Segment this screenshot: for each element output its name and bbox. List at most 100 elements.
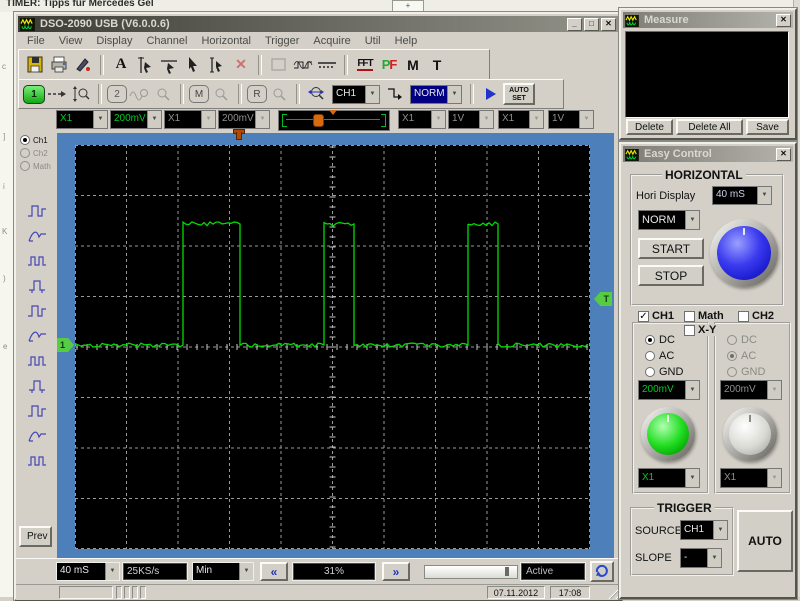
vertical-cursor-icon[interactable] [133, 54, 157, 76]
channel2-button[interactable]: 2 [107, 85, 127, 103]
delete-all-button[interactable]: Delete All [676, 119, 743, 135]
dropdown-arrow-icon[interactable]: ▼ [685, 381, 699, 399]
dropdown-arrow-icon[interactable]: ▼ [365, 85, 379, 103]
rise-time-icon[interactable] [24, 199, 50, 221]
menu-trigger[interactable]: Trigger [265, 35, 299, 47]
ch2-coupling-ac[interactable]: AC [727, 350, 756, 362]
maximize-button[interactable]: □ [584, 17, 599, 31]
menu-help[interactable]: Help [395, 35, 418, 47]
radio-icon[interactable] [727, 351, 737, 361]
ch2-volts-knob[interactable] [723, 407, 777, 461]
radio-icon[interactable] [727, 367, 737, 377]
ch2-coupling-gnd[interactable]: GND [727, 366, 765, 378]
trigger-source-combo-ec[interactable]: CH1 ▼ [680, 520, 728, 540]
sidebar-radio-ch2[interactable]: Ch2 [20, 148, 48, 158]
radio-icon[interactable] [645, 351, 655, 361]
duty-cycle-icon[interactable] [24, 274, 50, 296]
dropdown-arrow-icon[interactable]: ▼ [685, 469, 699, 487]
scroll-right-button[interactable]: » [382, 562, 410, 581]
trigger-slope-combo[interactable]: - ▼ [680, 548, 722, 568]
ch2-probe-combo-ec[interactable]: X1 ▼ [720, 468, 782, 488]
ibeam-cursor-icon[interactable] [205, 54, 229, 76]
hori-mode-combo[interactable]: NORM ▼ [638, 210, 700, 230]
pulse-train-icon[interactable] [24, 349, 50, 371]
ch1-volts-knob[interactable] [641, 407, 695, 461]
ch1-volts-combo-ec[interactable]: 200mV ▼ [638, 380, 700, 400]
menu-util[interactable]: Util [365, 35, 381, 47]
dropdown-arrow-icon[interactable]: ▼ [447, 85, 461, 103]
interval-icon[interactable] [24, 324, 50, 346]
dropdown-arrow-icon[interactable]: ▼ [713, 521, 727, 539]
trigger-position-marker[interactable] [232, 129, 245, 141]
chB-probe-combo[interactable]: X1 ▼ [498, 110, 544, 129]
radio-icon[interactable] [20, 161, 30, 171]
trigger-source-combo[interactable]: CH1 ▼ [332, 84, 380, 104]
start-button[interactable]: START [638, 238, 704, 259]
waveform-icon[interactable] [291, 54, 315, 76]
dropdown-arrow-icon[interactable]: ▼ [767, 469, 781, 487]
radio-icon[interactable] [645, 367, 655, 377]
menu-view[interactable]: View [59, 35, 83, 47]
fft-icon[interactable]: FFT [353, 54, 377, 76]
ch2-enable[interactable]: CH2 [738, 310, 774, 322]
dropdown-arrow-icon[interactable]: ▼ [757, 187, 771, 204]
text-tool-icon[interactable]: A [109, 54, 133, 76]
minimize-button[interactable]: _ [567, 17, 582, 31]
dropdown-arrow-icon[interactable]: ▼ [239, 563, 253, 580]
zoom-window-icon[interactable] [267, 54, 291, 76]
delay-icon[interactable] [24, 299, 50, 321]
trigger-level-marker[interactable]: T [594, 292, 612, 306]
acquisition-combo[interactable]: Min ▼ [192, 562, 254, 581]
checkbox-icon[interactable] [638, 310, 649, 322]
dropdown-arrow-icon[interactable]: ▼ [431, 111, 445, 128]
pulse-width-icon[interactable] [24, 249, 50, 271]
position-slider[interactable] [424, 565, 518, 579]
menu-channel[interactable]: Channel [146, 35, 187, 47]
close-button[interactable]: ✕ [601, 17, 616, 31]
ch2-volts-combo-ec[interactable]: 200mV ▼ [720, 380, 782, 400]
close-button[interactable]: ✕ [776, 13, 791, 27]
slider-handle[interactable] [505, 567, 509, 576]
measure-titlebar[interactable]: Measure ✕ [623, 12, 793, 28]
print-icon[interactable] [47, 54, 71, 76]
main-titlebar[interactable]: DSO-2090 USB (V6.0.0.6) _ □ ✕ [18, 16, 618, 32]
trigger-tool-icon[interactable]: T [425, 54, 449, 76]
run-icon[interactable] [479, 83, 503, 105]
menu-display[interactable]: Display [96, 35, 132, 47]
vertical-zoom-icon[interactable] [69, 83, 93, 105]
checkbox-icon[interactable] [738, 310, 749, 322]
radio-icon[interactable] [20, 148, 30, 158]
dropdown-arrow-icon[interactable]: ▼ [147, 111, 161, 128]
brush-icon[interactable] [71, 54, 95, 76]
radio-icon[interactable] [20, 135, 30, 145]
zoom2-icon[interactable] [151, 83, 175, 105]
radio-icon[interactable] [645, 335, 655, 345]
horizontal-cursor-icon[interactable] [157, 54, 181, 76]
ch1-level-marker[interactable]: 1 [57, 338, 74, 352]
horizontal-knob[interactable] [710, 219, 778, 287]
timebase-combo[interactable]: 40 mS ▼ [56, 562, 120, 581]
prev-button[interactable]: Prev [19, 526, 52, 547]
burst-icon[interactable] [24, 424, 50, 446]
dropdown-arrow-icon[interactable]: ▼ [767, 381, 781, 399]
gap-icon[interactable] [24, 449, 50, 471]
dropdown-arrow-icon[interactable]: ▼ [479, 111, 493, 128]
delete-button[interactable]: Delete [626, 119, 673, 135]
save-button[interactable]: Save [746, 119, 789, 135]
trigger-position-slider[interactable] [278, 110, 390, 131]
ref-button[interactable]: R [247, 85, 267, 103]
ch2-volts-combo[interactable]: 200mV ▼ [218, 110, 270, 129]
chB-volts-combo[interactable]: 1V ▼ [548, 110, 594, 129]
checkbox-icon[interactable] [684, 310, 695, 322]
autoset-button[interactable]: AUTO SET [503, 83, 535, 105]
ch1-probe-combo[interactable]: X1 ▼ [56, 110, 108, 129]
trigger-mode-combo[interactable]: NORM ▼ [410, 84, 462, 104]
fall-curve-icon[interactable] [24, 224, 50, 246]
menu-horizontal[interactable]: Horizontal [201, 35, 251, 47]
scroll-left-button[interactable]: « [260, 562, 288, 581]
ch1-volts-combo[interactable]: 200mV ▼ [110, 110, 162, 129]
menu-file[interactable]: File [27, 35, 45, 47]
sidebar-radio-ch1[interactable]: Ch1 [20, 135, 48, 145]
dropdown-arrow-icon[interactable]: ▼ [707, 549, 721, 567]
zoom-ref-icon[interactable] [267, 83, 291, 105]
